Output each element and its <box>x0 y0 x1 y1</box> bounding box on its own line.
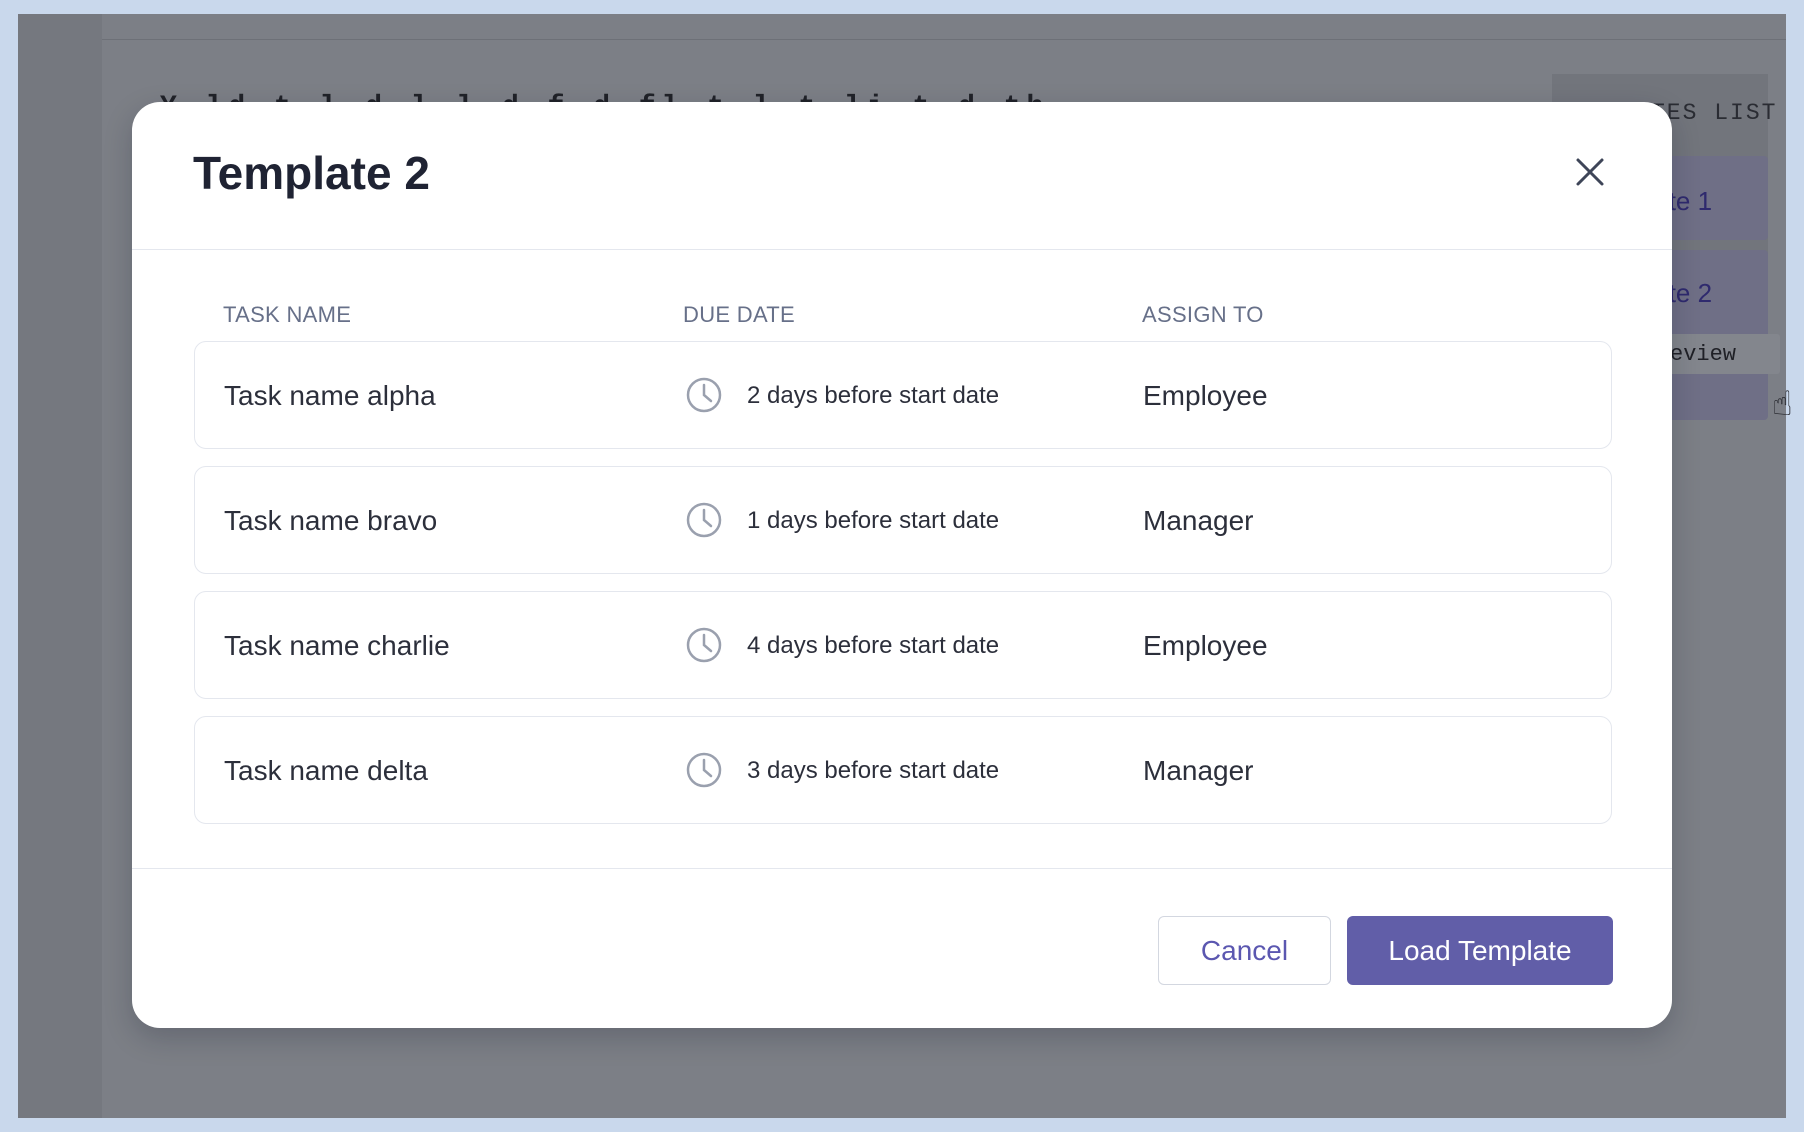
template-modal: Template 2 TASK NAME DUE DATE ASSIGN TO … <box>132 102 1672 1028</box>
column-header-assign-to: ASSIGN TO <box>1142 302 1264 327</box>
background-sidebar <box>18 14 102 1118</box>
close-button[interactable] <box>1568 150 1612 194</box>
task-list: Task name alpha 2 days before start date… <box>194 341 1612 841</box>
task-assignee: Manager <box>1143 755 1254 786</box>
cancel-button[interactable]: Cancel <box>1158 916 1331 985</box>
column-header-due-date: DUE DATE <box>683 302 796 327</box>
background-preview-label: eview <box>1670 342 1737 367</box>
task-due-date: 3 days before start date <box>747 757 1000 784</box>
clock-icon <box>684 375 724 415</box>
task-row: Task name delta 3 days before start date… <box>194 716 1612 824</box>
task-name: Task name bravo <box>224 505 438 536</box>
task-row: Task name bravo 1 days before start date… <box>194 466 1612 574</box>
pointer-cursor-icon: ☝ <box>1772 385 1793 423</box>
clock-icon <box>684 500 724 540</box>
task-row: Task name alpha 2 days before start date… <box>194 341 1612 449</box>
task-name: Task name delta <box>224 755 428 786</box>
task-assignee: Employee <box>1143 630 1268 661</box>
clock-icon <box>684 750 724 790</box>
task-table-header: TASK NAME DUE DATE ASSIGN TO <box>194 288 1614 328</box>
load-template-button[interactable]: Load Template <box>1347 916 1613 985</box>
close-icon <box>1576 158 1604 186</box>
background-divider <box>102 39 1786 40</box>
modal-title: Template 2 <box>193 147 430 199</box>
task-name: Task name charlie <box>224 630 450 661</box>
modal-header: Template 2 <box>132 102 1672 250</box>
clock-icon <box>684 625 724 665</box>
task-due-date: 4 days before start date <box>747 632 1000 659</box>
column-header-task-name: TASK NAME <box>223 302 352 327</box>
task-assignee: Employee <box>1143 380 1268 411</box>
modal-footer: Cancel Load Template <box>132 868 1672 1028</box>
task-due-date: 2 days before start date <box>747 382 1000 409</box>
task-assignee: Manager <box>1143 505 1254 536</box>
task-due-date: 1 days before start date <box>747 507 1000 534</box>
task-row: Task name charlie 4 days before start da… <box>194 591 1612 699</box>
task-name: Task name alpha <box>224 380 436 411</box>
